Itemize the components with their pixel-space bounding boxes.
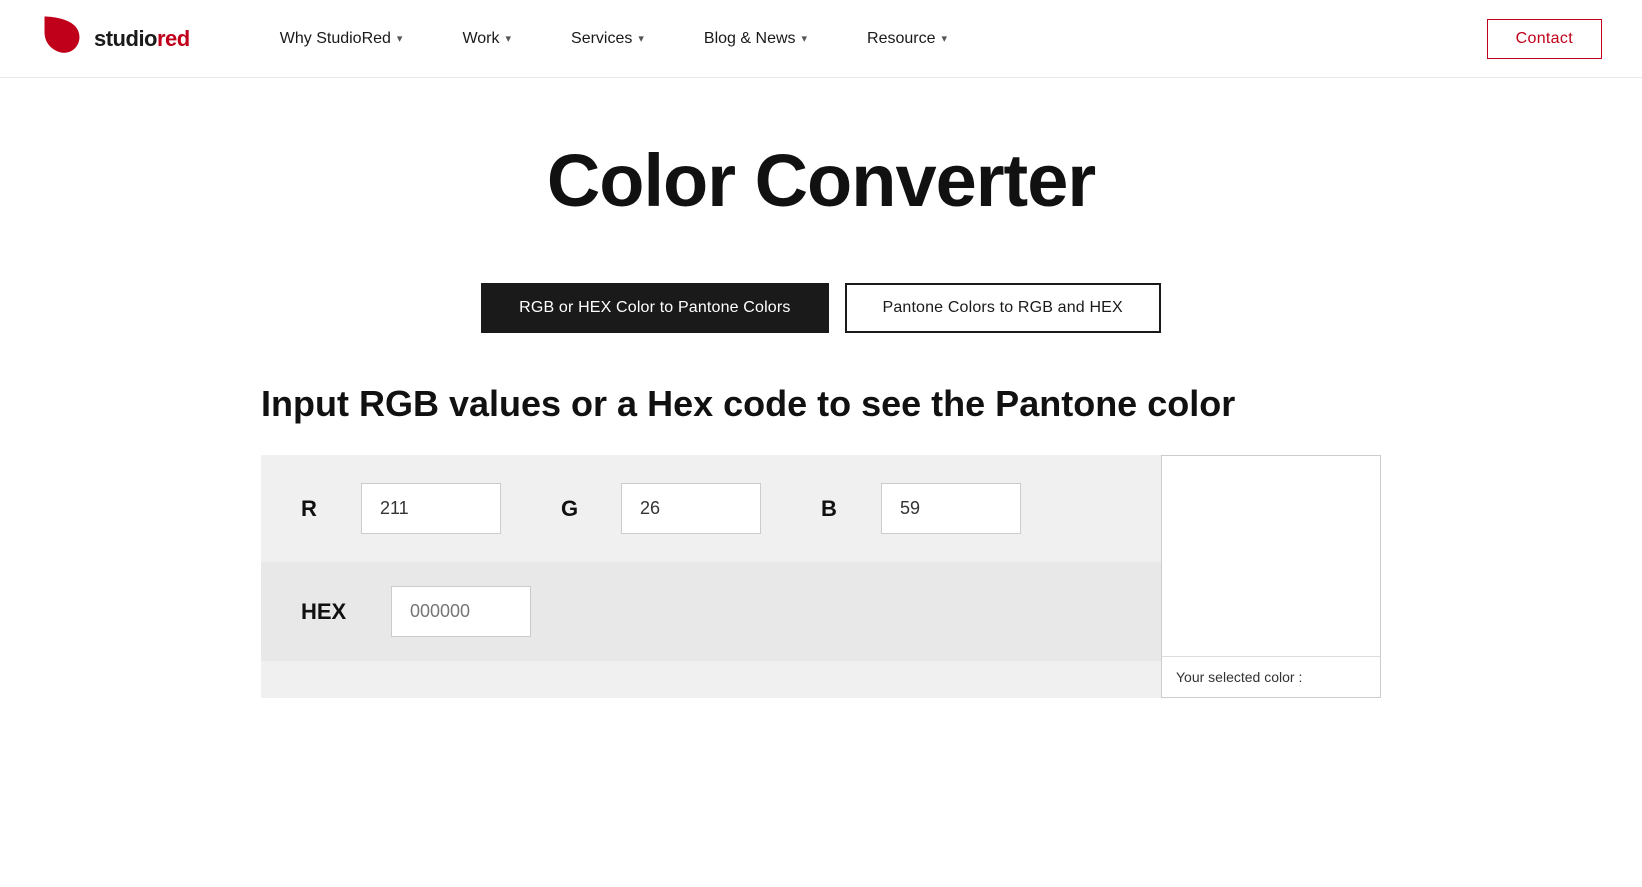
contact-button[interactable]: Contact [1487, 19, 1602, 59]
rgb-row: R G B [261, 455, 1161, 562]
nav-item-work[interactable]: Work ▾ [432, 0, 541, 78]
b-input[interactable] [881, 483, 1021, 534]
chevron-down-icon: ▾ [638, 32, 644, 45]
logo[interactable]: studiored [40, 12, 190, 66]
color-preview-panel: Your selected color : [1161, 455, 1381, 698]
g-input[interactable] [621, 483, 761, 534]
tab-pantone-to-rgb[interactable]: Pantone Colors to RGB and HEX [845, 283, 1161, 333]
hex-label: HEX [301, 599, 361, 625]
selected-color-label: Your selected color : [1162, 656, 1380, 697]
navbar: studiored Why StudioRed ▾ Work ▾ Service… [0, 0, 1642, 78]
color-swatch [1162, 456, 1380, 656]
nav-item-why-studiored[interactable]: Why StudioRed ▾ [250, 0, 433, 78]
nav-item-blog-news[interactable]: Blog & News ▾ [674, 0, 837, 78]
inputs-left: R G B HEX [261, 455, 1161, 698]
input-section: R G B HEX Your selected color : [261, 455, 1381, 698]
g-label: G [561, 496, 591, 522]
hex-row: HEX [261, 562, 1161, 661]
chevron-down-icon: ▾ [942, 32, 948, 45]
tab-rgb-to-pantone[interactable]: RGB or HEX Color to Pantone Colors [481, 283, 828, 333]
nav-links: Why StudioRed ▾ Work ▾ Services ▾ Blog &… [250, 0, 977, 78]
chevron-down-icon: ▾ [802, 32, 808, 45]
r-label: R [301, 496, 331, 522]
nav-item-resource[interactable]: Resource ▾ [837, 0, 977, 78]
page-title: Color Converter [261, 138, 1381, 223]
section-subtitle: Input RGB values or a Hex code to see th… [261, 383, 1381, 425]
nav-item-services[interactable]: Services ▾ [541, 0, 674, 78]
tab-row: RGB or HEX Color to Pantone Colors Panto… [261, 283, 1381, 333]
hex-input[interactable] [391, 586, 531, 637]
chevron-down-icon: ▾ [397, 32, 403, 45]
r-input[interactable] [361, 483, 501, 534]
chevron-down-icon: ▾ [506, 32, 512, 45]
main-content: Color Converter RGB or HEX Color to Pant… [221, 78, 1421, 758]
b-label: B [821, 496, 851, 522]
